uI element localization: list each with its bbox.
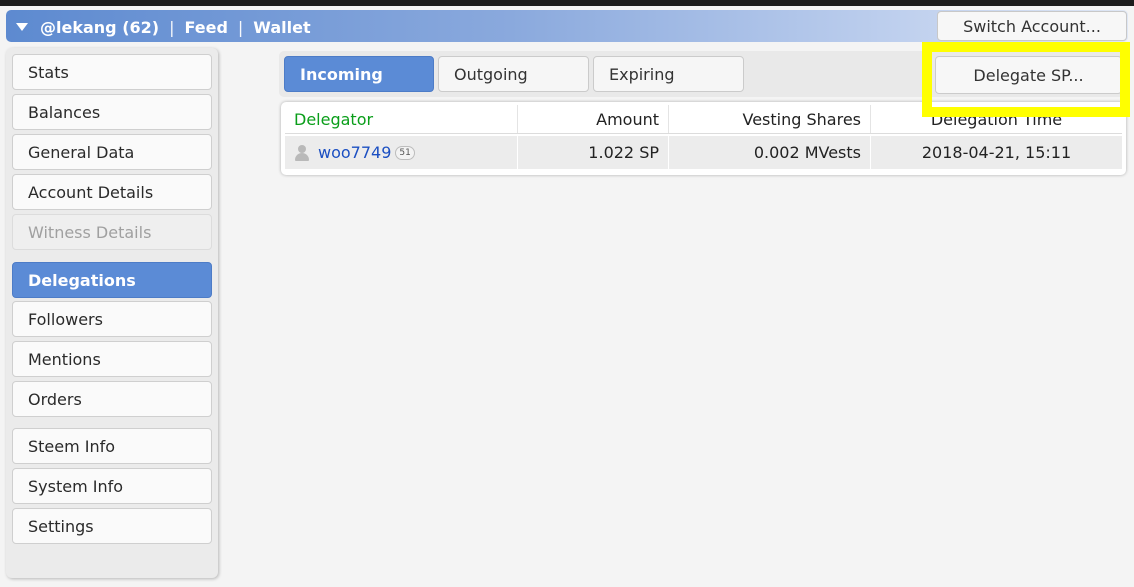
reputation-badge: 51	[395, 145, 415, 160]
column-header-vesting-shares[interactable]: Vesting Shares	[669, 105, 871, 133]
sidebar-item-mentions[interactable]: Mentions	[12, 341, 212, 377]
tab-expiring[interactable]: Expiring	[593, 56, 744, 92]
sidebar-item-witness-details: Witness Details	[12, 214, 212, 250]
sidebar-item-general-data[interactable]: General Data	[12, 134, 212, 170]
sidebar-item-account-details[interactable]: Account Details	[12, 174, 212, 210]
account-menu[interactable]: @lekang (62)	[40, 18, 159, 37]
sidebar-item-delegations[interactable]: Delegations	[12, 262, 212, 298]
nav-separator: |	[169, 17, 175, 37]
tab-incoming[interactable]: Incoming	[284, 56, 434, 92]
sidebar-item-system-info[interactable]: System Info	[12, 468, 212, 504]
delegator-cell: woo7749 51	[285, 136, 518, 169]
table-row: woo7749 51 1.022 SP 0.002 MVests 2018-04…	[285, 136, 1122, 169]
wallet-link[interactable]: Wallet	[253, 18, 310, 37]
window-edge	[0, 0, 1134, 6]
switch-account-button[interactable]: Switch Account...	[937, 11, 1127, 41]
sidebar-item-settings[interactable]: Settings	[12, 508, 212, 544]
sidebar: Stats Balances General Data Account Deta…	[6, 48, 218, 578]
sidebar-item-orders[interactable]: Orders	[12, 381, 212, 417]
tab-outgoing[interactable]: Outgoing	[438, 56, 589, 92]
delegation-time-cell: 2018-04-21, 15:11	[921, 143, 1072, 162]
header-nav: @lekang (62) | Feed | Wallet	[16, 16, 311, 38]
column-header-amount[interactable]: Amount	[518, 105, 669, 133]
sidebar-item-balances[interactable]: Balances	[12, 94, 212, 130]
feed-link[interactable]: Feed	[184, 18, 227, 37]
highlight-box	[922, 42, 1130, 117]
sidebar-item-followers[interactable]: Followers	[12, 301, 212, 337]
vesting-shares-cell: 0.002 MVests	[669, 136, 871, 169]
column-header-delegator[interactable]: Delegator	[285, 105, 518, 133]
amount-cell: 1.022 SP	[518, 136, 669, 169]
dropdown-triangle-icon[interactable]	[16, 23, 28, 31]
user-avatar-icon	[294, 144, 310, 161]
top-bar: @lekang (62) | Feed | Wallet Switch Acco…	[0, 0, 1134, 46]
nav-separator: |	[237, 17, 244, 37]
sidebar-item-steem-info[interactable]: Steem Info	[12, 428, 212, 464]
delegator-link[interactable]: woo7749	[318, 143, 391, 162]
sidebar-item-stats[interactable]: Stats	[12, 54, 212, 90]
